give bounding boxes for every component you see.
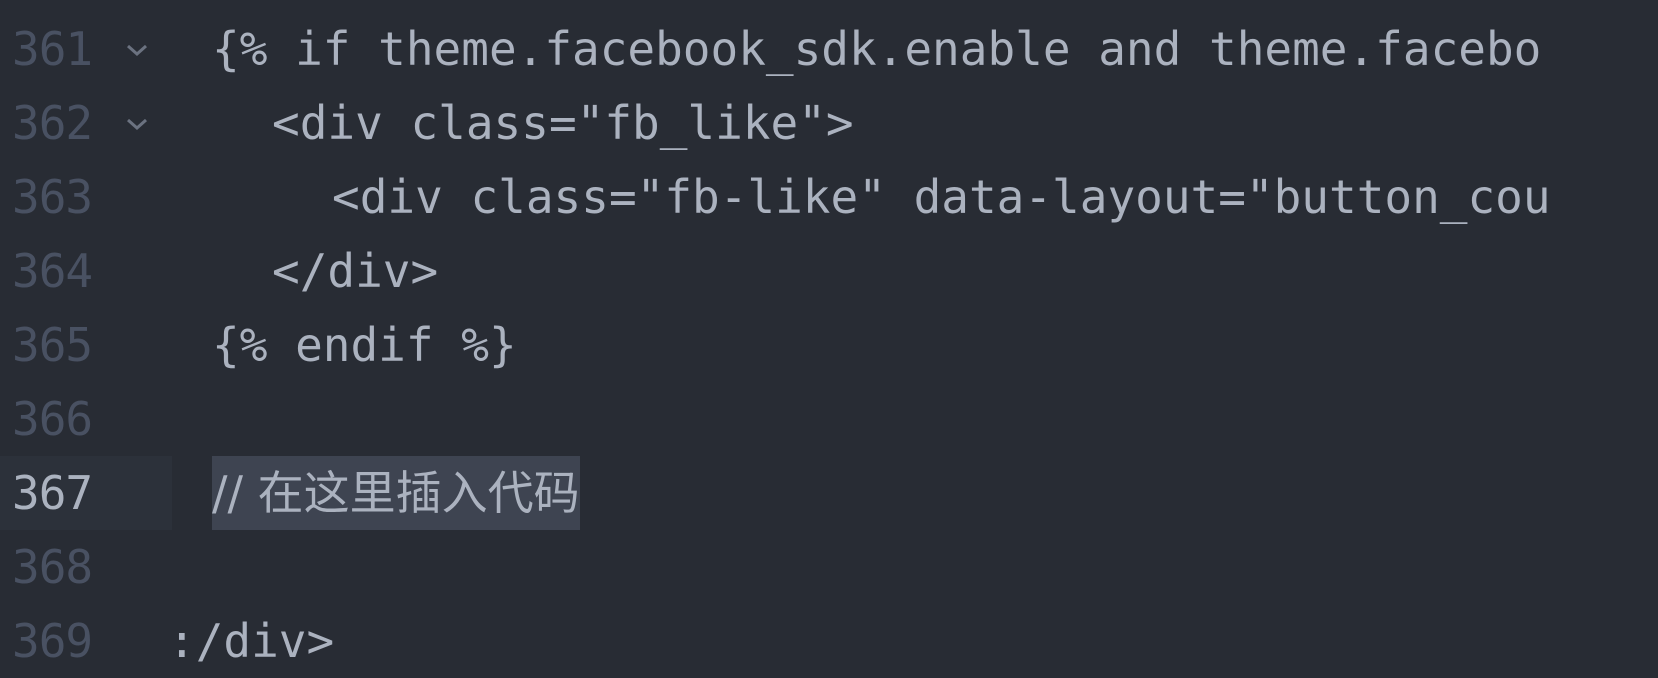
code-text: <div class="fb-like" data-layout="button… — [332, 170, 1551, 224]
code-line-363[interactable]: 363 <div class="fb-like" data-layout="bu… — [0, 160, 1658, 234]
code-line-369[interactable]: 369 :/div> — [0, 604, 1658, 678]
line-number: 369 — [12, 614, 93, 668]
code-line-367[interactable]: 367 // 在这里插入代码 — [0, 456, 1658, 530]
code-text: // 在这里插入代码 — [212, 456, 580, 530]
code-text: {% if theme.facebook_sdk.enable and them… — [212, 12, 1542, 86]
code-editor[interactable]: 361 {% if theme.facebook_sdk.enable and … — [0, 0, 1658, 678]
line-number: 361 — [12, 22, 93, 76]
code-line-366[interactable]: 366 — [0, 382, 1658, 456]
code-line-362[interactable]: 362 <div class="fb_like"> — [0, 86, 1658, 160]
line-number: 364 — [12, 244, 93, 298]
code-line-368[interactable]: 368 — [0, 530, 1658, 604]
line-number: 367 — [12, 466, 93, 520]
fold-chevron-icon[interactable] — [124, 114, 150, 134]
code-line-364[interactable]: 364 </div> — [0, 234, 1658, 308]
code-text: {% endif %} — [212, 318, 517, 372]
code-text: <div class="fb_like"> — [272, 96, 854, 150]
fold-chevron-icon[interactable] — [124, 40, 150, 60]
line-number: 365 — [12, 318, 93, 372]
code-line-361[interactable]: 361 {% if theme.facebook_sdk.enable and … — [0, 12, 1658, 86]
spellcheck-token: theme.facebook_sdk.enable — [378, 22, 1071, 76]
line-number: 363 — [12, 170, 93, 224]
line-number: 366 — [12, 392, 93, 446]
code-token: {% if — [212, 22, 379, 76]
code-token: and — [1070, 22, 1210, 76]
spellcheck-token: theme.facebo — [1209, 22, 1542, 76]
code-line-365[interactable]: 365 {% endif %} — [0, 308, 1658, 382]
selected-comment: // 在这里插入代码 — [212, 456, 580, 530]
line-number: 362 — [12, 96, 93, 150]
code-text: :/div> — [168, 614, 335, 668]
code-text: </div> — [272, 244, 439, 298]
line-number: 368 — [12, 540, 93, 594]
